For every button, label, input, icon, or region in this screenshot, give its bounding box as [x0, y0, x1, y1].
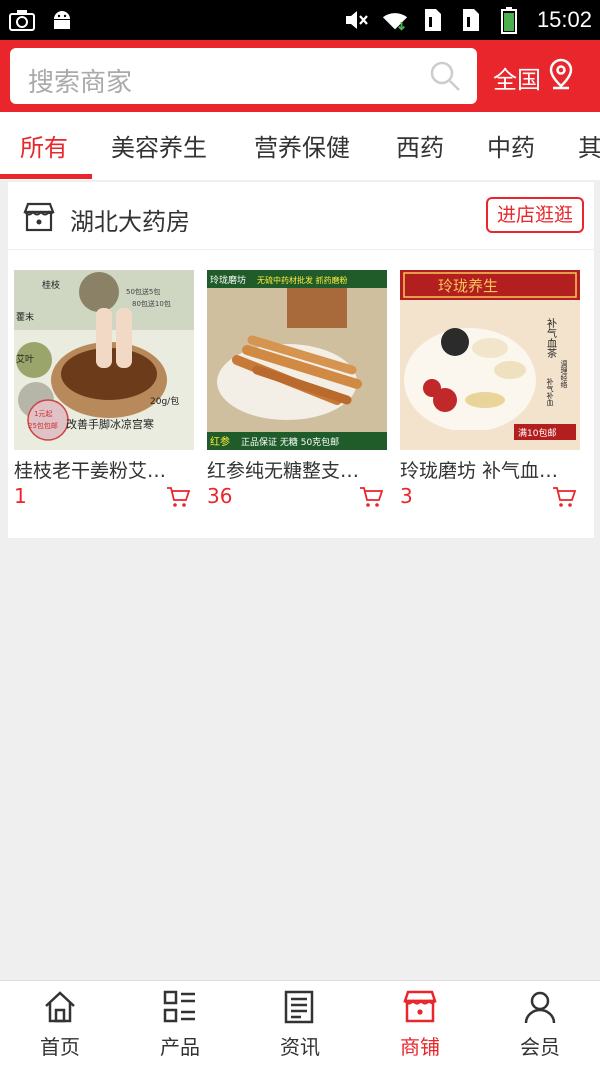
tab-nutrition[interactable]: 营养保健 — [254, 128, 350, 163]
tab-western-medicine[interactable]: 西药 — [396, 128, 444, 163]
img-text: 玲珑养生 — [438, 277, 498, 295]
product-list-icon — [162, 989, 198, 1025]
nav-home[interactable]: 首页 — [0, 989, 120, 1060]
img-text: 补气血茶 — [545, 317, 557, 358]
news-icon — [282, 989, 318, 1025]
nav-member[interactable]: 会员 — [480, 989, 600, 1060]
product-count: 3 — [400, 484, 413, 508]
region-selector[interactable]: 全国 — [493, 58, 575, 96]
img-text: 正品保证 无糖 50克包邮 — [241, 436, 339, 448]
img-text: 改善手脚冰凉宫寒 — [66, 417, 154, 431]
img-text: 1元起 — [34, 410, 52, 418]
product-title[interactable]: 红参纯无糖整支… — [207, 456, 387, 483]
nav-news-label: 资讯 — [280, 1035, 320, 1059]
img-text: 藿末 — [16, 311, 34, 323]
img-text: 玲珑磨坊 — [210, 274, 246, 286]
location-pin-icon — [547, 58, 575, 96]
img-text: 补气补血 — [546, 377, 554, 406]
img-text: 无硫中药材批发 抓药磨粉 — [257, 275, 348, 285]
product-image[interactable]: 桂枝 藿末 艾叶 50包送5包 80包送10包 20g/包 改善手脚冰凉宫寒 1… — [14, 270, 194, 450]
nav-home-label: 首页 — [40, 1035, 80, 1059]
search-placeholder: 搜索商家 — [28, 68, 133, 98]
tab-beauty-health[interactable]: 美容养生 — [111, 128, 207, 163]
status-bar: 15:02 — [0, 0, 600, 40]
nav-news[interactable]: 资讯 — [240, 989, 360, 1060]
cart-icon[interactable] — [359, 486, 384, 508]
shop-card: 湖北大药房 进店逛逛 桂枝 藿末 艾叶 50包送5包 80包送10包 20g/包… — [8, 182, 594, 538]
sim2-icon — [457, 6, 485, 34]
tab-all[interactable]: 所有 — [20, 128, 68, 163]
search-input[interactable]: 搜索商家 — [10, 48, 477, 104]
search-header: 搜索商家 全国 — [0, 40, 600, 112]
product-title[interactable]: 桂枝老干姜粉艾… — [14, 456, 194, 483]
wifi-icon — [381, 6, 409, 34]
img-text: 50包送5包 — [126, 287, 160, 296]
nav-shops-label: 商铺 — [400, 1035, 440, 1059]
status-time: 15:02 — [536, 7, 592, 32]
img-text: 红参 — [210, 435, 230, 448]
nav-products-label: 产品 — [160, 1035, 200, 1059]
nav-shops[interactable]: 商铺 — [360, 989, 480, 1060]
tab-chinese-medicine[interactable]: 中药 — [487, 128, 535, 163]
storefront-icon — [22, 200, 56, 234]
home-icon — [42, 989, 78, 1025]
tab-other[interactable]: 其 — [578, 128, 600, 163]
sim1-icon — [419, 6, 447, 34]
nav-member-label: 会员 — [520, 1035, 560, 1059]
active-tab-indicator — [0, 174, 92, 179]
img-text: 艾叶 — [16, 354, 34, 365]
img-text: 调理经络 — [560, 359, 568, 388]
product-title[interactable]: 玲珑磨坊 补气血… — [400, 456, 580, 483]
img-text: 80包送10包 — [132, 299, 171, 308]
mute-icon — [343, 6, 371, 34]
product-image[interactable]: 玲珑磨坊 无硫中药材批发 抓药磨粉 红参 正品保证 无糖 50克包邮 — [207, 270, 387, 450]
product-count: 36 — [207, 484, 233, 508]
camera-icon — [8, 6, 36, 34]
img-text: 桂枝 — [42, 279, 60, 291]
product-count: 1 — [14, 484, 27, 508]
img-text: 满10包邮 — [518, 427, 556, 439]
nav-products[interactable]: 产品 — [120, 989, 240, 1060]
img-text: 20g/包 — [150, 395, 179, 407]
product-image[interactable]: 玲珑养生 补气血茶 调理经络 补气补血 满10包邮 — [400, 270, 580, 450]
battery-icon — [495, 6, 523, 34]
shop-icon — [402, 989, 438, 1025]
enter-shop-button[interactable]: 进店逛逛 — [486, 197, 584, 233]
bottom-nav: 首页 产品 资讯 商铺 会员 — [0, 980, 600, 1067]
user-icon — [522, 989, 558, 1025]
cart-icon[interactable] — [552, 486, 577, 508]
img-text: 25包包邮 — [28, 421, 58, 430]
android-icon — [48, 6, 76, 34]
shop-name[interactable]: 湖北大药房 — [70, 202, 190, 237]
search-icon[interactable] — [429, 60, 461, 92]
cart-icon[interactable] — [166, 486, 191, 508]
shop-header: 湖北大药房 进店逛逛 — [8, 182, 594, 250]
category-tabs: 所有 美容养生 营养保健 西药 中药 其 — [0, 112, 600, 180]
region-label: 全国 — [493, 65, 541, 94]
